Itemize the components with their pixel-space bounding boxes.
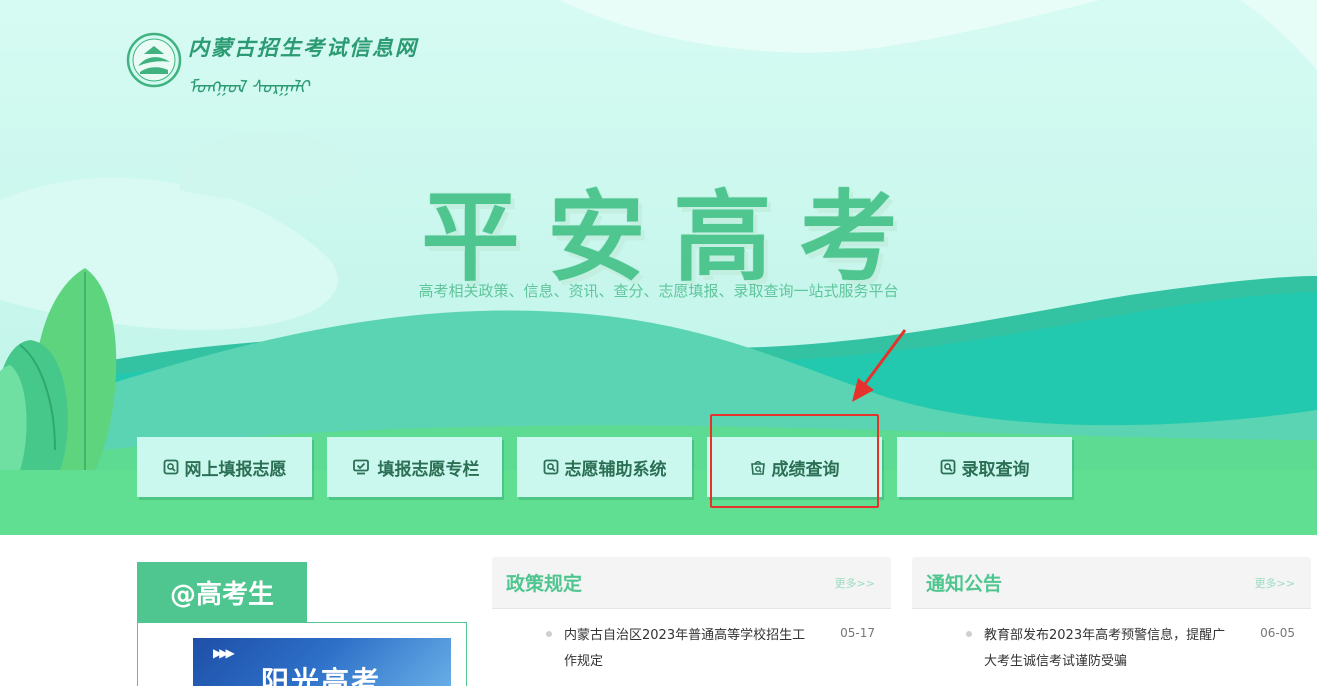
notice-panel: 通知公告 更多>> 教育部发布2023年高考预警信息，提醒广大考生诚信考试谨防受… (912, 557, 1311, 686)
quick-link-online-application[interactable]: 网上填报志愿 (137, 437, 312, 497)
banner-title: 阳光高考 (261, 665, 382, 686)
sunshine-gaokao-banner[interactable]: ▶▶▶ 阳光高考 (193, 638, 451, 686)
quick-link-label: 志愿辅助系统 (564, 459, 667, 480)
quick-link-application-column[interactable]: 填报志愿专栏 (327, 437, 502, 497)
hero-banner: 内蒙古招生考试信息网 ᠮᠣᠩᠭᠣᠯ ᠰᠤᠷᠭᠠᠯᠢ 平安高考 高考相关政策、信息… (0, 0, 1317, 535)
doc-search-icon (543, 459, 558, 475)
monitor-check-icon (352, 459, 369, 475)
panel-header: 政策规定 更多>> (492, 557, 891, 609)
panel-header: 通知公告 更多>> (912, 557, 1311, 609)
panel-title: 政策规定 (506, 573, 583, 595)
quick-link-assist-system[interactable]: 志愿辅助系统 (517, 437, 692, 497)
bullet-icon (546, 631, 552, 637)
news-list: 教育部发布2023年高考预警信息，提醒广大考生诚信考试谨防受骗 06-05 (912, 609, 1311, 686)
news-date: 06-05 (1260, 626, 1295, 640)
doc-search-icon (940, 459, 955, 475)
bag-search-icon (750, 460, 765, 475)
quick-link-admission-query[interactable]: 录取查询 (897, 437, 1072, 497)
student-card: ▶▶▶ 阳光高考 (137, 622, 467, 686)
bullet-icon (966, 631, 972, 637)
quick-link-label: 录取查询 (961, 459, 1030, 480)
arrows-icon: ▶▶▶ (213, 646, 235, 660)
news-date: 05-17 (840, 626, 875, 640)
news-title[interactable]: 内蒙古自治区2023年普通高等学校招生工作规定 (548, 623, 818, 675)
quick-link-label: 填报志愿专栏 (377, 459, 480, 480)
more-link[interactable]: 更多>> (835, 575, 875, 591)
list-item[interactable]: 内蒙古自治区2023年普通高等学校招生工作规定 05-17 (492, 623, 891, 675)
quick-link-label: 成绩查询 (771, 459, 840, 480)
student-card-tab[interactable]: @高考生 (137, 562, 307, 622)
panel-title: 通知公告 (926, 573, 1003, 595)
news-list: 内蒙古自治区2023年普通高等学校招生工作规定 05-17 (492, 609, 891, 686)
news-title[interactable]: 教育部发布2023年高考预警信息，提醒广大考生诚信考试谨防受骗 (968, 623, 1238, 675)
more-link[interactable]: 更多>> (1255, 575, 1295, 591)
list-item[interactable]: 教育部发布2023年高考预警信息，提醒广大考生诚信考试谨防受骗 06-05 (912, 623, 1311, 675)
doc-search-icon (163, 459, 178, 475)
quick-link-score-query[interactable]: 成绩查询 (707, 437, 882, 497)
quick-link-label: 网上填报志愿 (184, 459, 287, 480)
policy-panel: 政策规定 更多>> 内蒙古自治区2023年普通高等学校招生工作规定 05-17 (492, 557, 891, 686)
